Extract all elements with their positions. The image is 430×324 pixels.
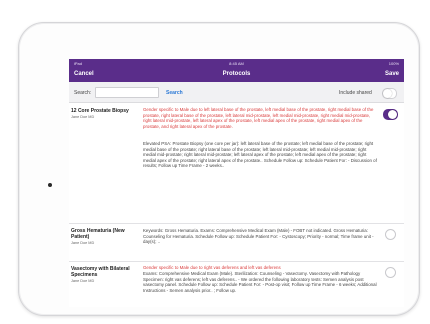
search-label: Search: bbox=[74, 90, 92, 96]
protocol-name: 12 Core Prostate Biopsy bbox=[71, 108, 129, 114]
protocol-content: Elevated PSA: Prostate Biopsy (one core … bbox=[143, 141, 377, 169]
protocol-name: Vasectomy with Bilateral Specimens bbox=[71, 266, 130, 278]
protocol-content: Keywords: Gross Hematuria. Exams: Compre… bbox=[143, 228, 374, 245]
search-row: Search: Search Include shared bbox=[69, 82, 404, 103]
search-button[interactable]: Search bbox=[166, 90, 183, 96]
page-title: Protocols bbox=[222, 71, 251, 77]
status-time: 8:45 AM bbox=[229, 61, 244, 66]
protocol-gender-note: Gender specific to Male due to right vas… bbox=[143, 265, 281, 270]
status-bar: iPad 8:45 AM 100% bbox=[69, 59, 404, 67]
include-shared-toggle[interactable] bbox=[382, 88, 397, 99]
protocol-row[interactable]: Gross Hematuria (New Patient) Jane Doe M… bbox=[69, 223, 404, 262]
protocol-list: 12 Core Prostate Biopsy Jane Doe MD Gend… bbox=[69, 103, 404, 307]
protocol-content: Exams: Comprehensive Medical Exam (Male)… bbox=[143, 271, 377, 293]
tablet-frame: iPad 8:45 AM 100% Cancel Protocols Save … bbox=[18, 22, 420, 316]
search-input[interactable] bbox=[95, 87, 159, 98]
nav-bar: Cancel Protocols Save bbox=[69, 67, 404, 82]
protocol-select-radio[interactable] bbox=[385, 267, 396, 278]
protocol-doctor: Jane Doe MD bbox=[71, 115, 95, 119]
app-screen: iPad 8:45 AM 100% Cancel Protocols Save … bbox=[69, 59, 404, 307]
protocol-row[interactable]: Vasectomy with Bilateral Specimens Jane … bbox=[69, 261, 404, 307]
protocol-select-radio[interactable] bbox=[385, 229, 396, 240]
protocol-doctor: Jane Doe MD bbox=[71, 241, 95, 245]
protocol-name: Gross Hematuria (New Patient) bbox=[71, 228, 125, 240]
camera-icon bbox=[48, 183, 52, 187]
protocol-select-toggle[interactable] bbox=[383, 109, 398, 120]
protocol-gender-note: Gender specific to Male due to left late… bbox=[143, 107, 374, 129]
protocol-row[interactable]: 12 Core Prostate Biopsy Jane Doe MD Gend… bbox=[69, 103, 404, 224]
include-shared-label: Include shared bbox=[339, 90, 372, 96]
status-battery: 100% bbox=[388, 61, 399, 66]
save-button[interactable]: Save bbox=[385, 71, 399, 77]
protocol-doctor: Jane Doe MD bbox=[71, 279, 95, 283]
